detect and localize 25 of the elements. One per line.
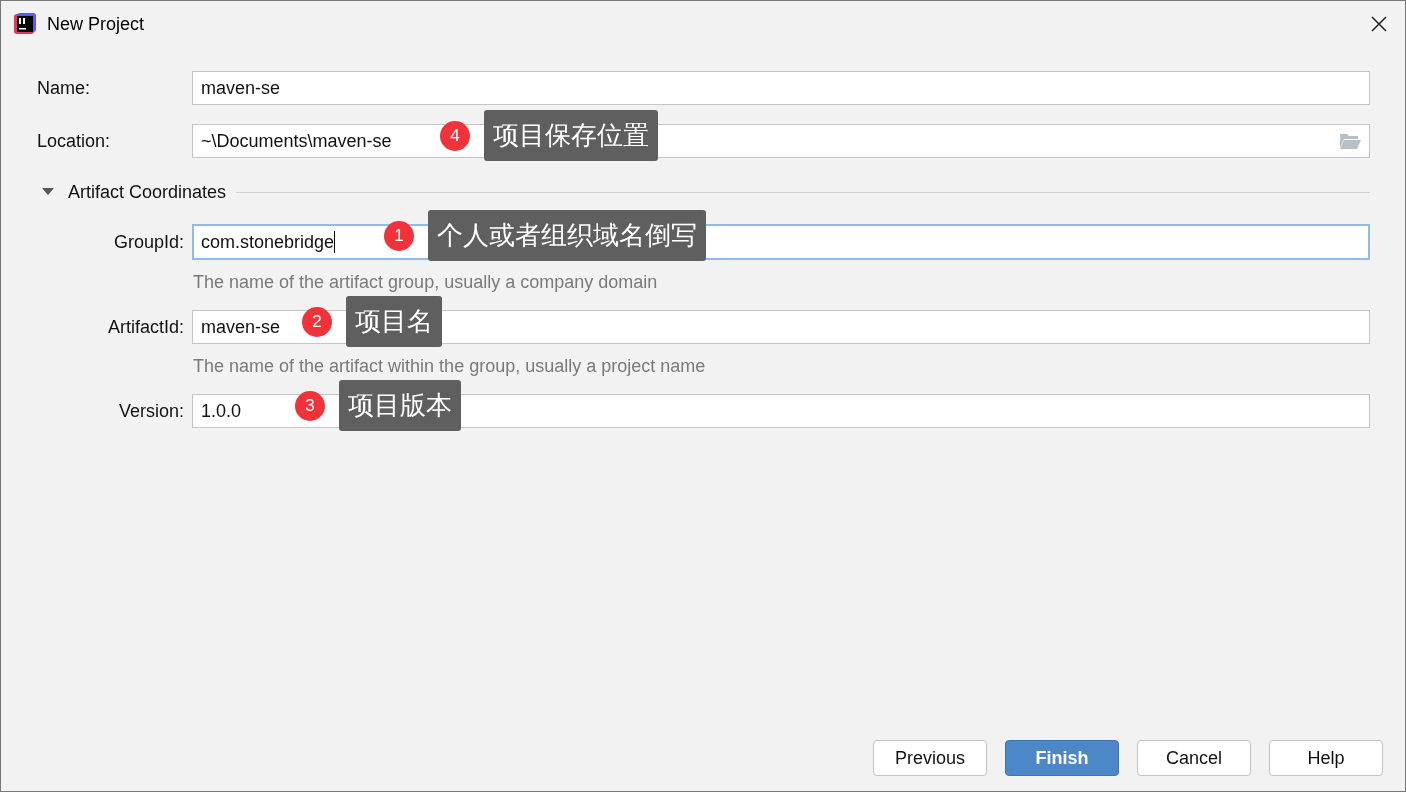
- field-label: Location:: [37, 130, 112, 152]
- step-number-tooltip: 4: [440, 120, 470, 151]
- dialog-button[interactable]: Cancel: [1137, 740, 1251, 776]
- app-logo-icon: [13, 12, 37, 36]
- window-title: New Project: [47, 13, 145, 35]
- dialog-button[interactable]: Help: [1269, 740, 1383, 776]
- dialog-button[interactable]: Finish: [1005, 740, 1119, 776]
- input-field[interactable]: maven-se: [192, 71, 1370, 105]
- annotation-tooltip: 个人或者组织域名倒写: [428, 210, 706, 261]
- field-hint: The name of the artifact group, usually a company domain: [193, 272, 659, 293]
- step-number-tooltip: 2: [302, 306, 332, 337]
- field-label: Name:: [37, 77, 91, 99]
- dialog-button[interactable]: Previous: [873, 740, 987, 776]
- annotation-tooltip: 项目版本: [339, 380, 461, 431]
- step-number-tooltip: 1: [384, 220, 414, 251]
- section-title[interactable]: Artifact Coordinates: [68, 181, 227, 203]
- close-icon[interactable]: [1371, 16, 1387, 32]
- field-label: ArtifactId:: [106, 316, 185, 338]
- step-number-tooltip: 3: [295, 390, 325, 421]
- field-hint: The name of the artifact within the group, usually a project name: [193, 356, 707, 377]
- annotation-tooltip: 项目保存位置: [484, 110, 658, 161]
- annotation-tooltip: 项目名: [346, 296, 442, 347]
- collapse-triangle-icon[interactable]: [42, 188, 54, 196]
- field-label: Version:: [117, 400, 185, 422]
- field-label: GroupId:: [112, 231, 185, 253]
